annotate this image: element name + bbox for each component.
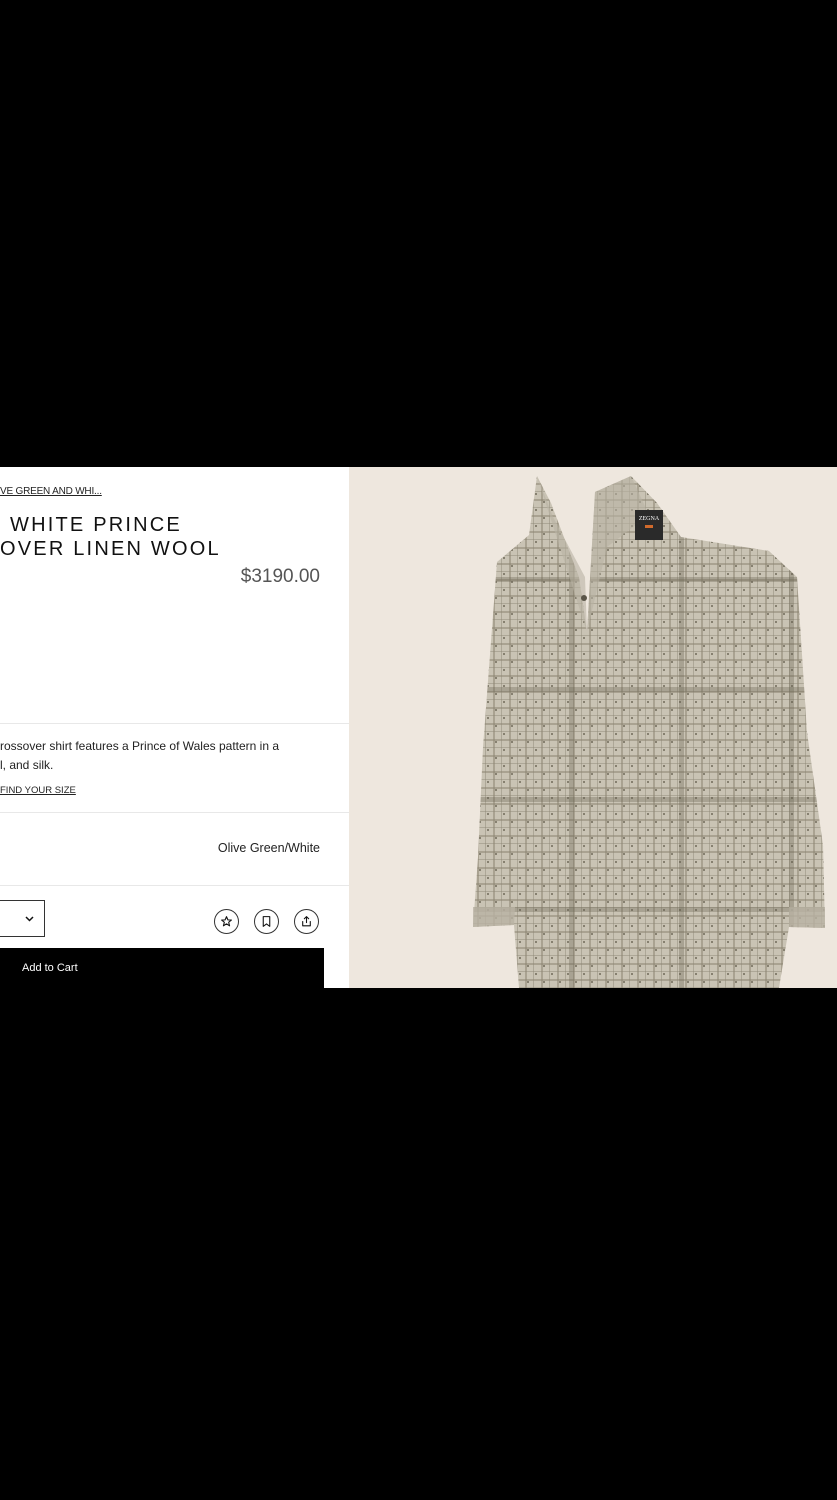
favorite-button[interactable] [214, 909, 239, 934]
share-button[interactable] [294, 909, 319, 934]
product-title-line-1: WHITE PRINCE [10, 514, 182, 536]
breadcrumb[interactable]: VE GREEN AND WHI... [0, 486, 102, 497]
product-description: rossover shirt features a Prince of Wale… [0, 737, 330, 775]
product-price: $3190.00 [240, 566, 320, 587]
share-icon [302, 916, 311, 927]
product-detail-page: VE GREEN AND WHI... WHITE PRINCE OVER LI… [0, 467, 837, 988]
description-line-2: l, and silk. [0, 758, 54, 772]
color-value: Olive Green/White [217, 841, 320, 855]
product-title-line-2: OVER LINEN WOOL [0, 538, 221, 560]
star-icon [221, 916, 232, 927]
divider [0, 723, 349, 724]
divider [0, 885, 349, 886]
chevron-down-icon [25, 911, 34, 925]
product-title: WHITE PRINCE OVER LINEN WOOL [0, 513, 349, 561]
add-to-cart-label: Add to Cart [22, 962, 78, 974]
find-your-size-link[interactable]: FIND YOUR SIZE [0, 785, 76, 796]
description-line-1: rossover shirt features a Prince of Wale… [0, 739, 280, 753]
save-button[interactable] [254, 909, 279, 934]
divider [0, 812, 349, 813]
bookmark-icon [262, 916, 271, 927]
product-info-panel: VE GREEN AND WHI... WHITE PRINCE OVER LI… [0, 467, 349, 988]
brand-label-text: ZEGNA [639, 516, 660, 522]
shirt-image: ZEGNA [473, 476, 825, 988]
add-to-cart-button[interactable]: Add to Cart [0, 948, 324, 988]
product-image: ZEGNA [349, 467, 837, 988]
size-select[interactable] [0, 900, 45, 937]
